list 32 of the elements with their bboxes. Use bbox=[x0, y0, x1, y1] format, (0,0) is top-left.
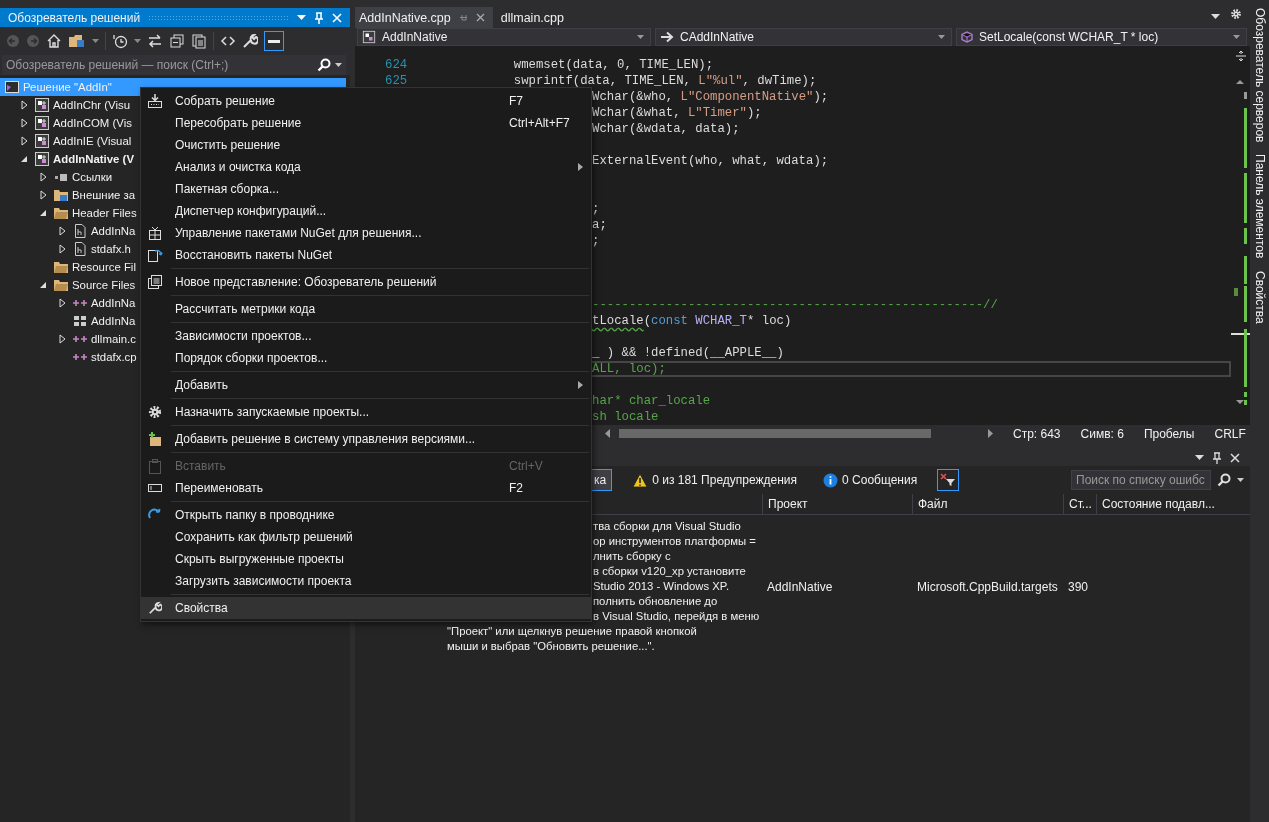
error-description-line: полнить обновление до bbox=[593, 595, 718, 607]
code-line: har* char_locale bbox=[592, 394, 711, 408]
code-line: a; bbox=[592, 218, 607, 232]
error-description-line: тва сборки для Visual Studio bbox=[593, 520, 741, 532]
panel-title: Обозреватель решений bbox=[8, 10, 141, 25]
error-description-line: Studio 2013 - Windows XP. bbox=[593, 580, 730, 592]
code-line: ; bbox=[592, 202, 600, 216]
code-line: sh locale bbox=[592, 410, 659, 424]
code-line: ExternalEvent(who, what, wdata); bbox=[592, 154, 829, 168]
code-line: -----------------------------------------------------// bbox=[592, 298, 998, 312]
code-line: ALL, loc); bbox=[592, 362, 666, 376]
line-number: 625 bbox=[384, 74, 409, 88]
table-cell-text: AddInNative bbox=[766, 578, 834, 596]
column-indicator: Симв: 6 bbox=[1080, 426, 1124, 441]
table-cell-text: 390 bbox=[1067, 578, 1090, 596]
code-line: tLocale(const WCHAR_T* loc) bbox=[592, 314, 792, 328]
error-description-line: в сборки v120_xp установите bbox=[593, 565, 746, 577]
error-description-line: ор инструментов платформы = bbox=[593, 535, 756, 547]
code-line: Wchar(&what, L"Timer"); bbox=[592, 106, 762, 120]
error-description-line: в Visual Studio, перейдя в меню bbox=[593, 610, 760, 622]
code-line: ; bbox=[592, 234, 600, 248]
error-description-line: лнить сборку с bbox=[593, 550, 671, 562]
error-description-line: "Проект" или щелкнув решение правой кнопкой bbox=[447, 625, 697, 637]
code-line: Wchar(&who, L"ComponentNative"); bbox=[592, 90, 829, 104]
line-indicator: Стр: 643 bbox=[1013, 426, 1061, 441]
error-description-line: мыши и выбрав "Обновить решение...". bbox=[447, 640, 655, 652]
code-line: swprintf(data, TIME_LEN, L"%ul", dwTime); bbox=[512, 74, 817, 88]
code-line: wmemset(data, 0, TIME_LEN); bbox=[512, 58, 714, 72]
code-line: _ ) && !defined(__APPLE__) bbox=[592, 346, 784, 360]
table-cell-text: Microsoft.CppBuild.targets bbox=[916, 578, 1059, 596]
code-line: Wchar(&wdata, data); bbox=[592, 122, 740, 136]
line-number: 624 bbox=[384, 58, 409, 72]
